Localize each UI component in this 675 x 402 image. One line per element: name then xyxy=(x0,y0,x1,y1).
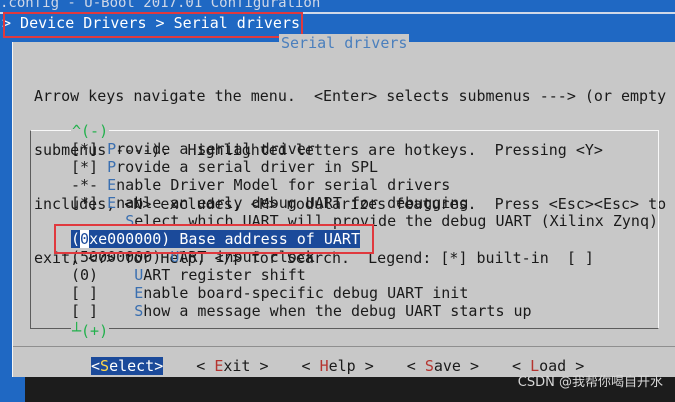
menu-item-hotkey: S xyxy=(134,302,144,320)
button-hotkey: E xyxy=(214,357,224,375)
button-bracket: < xyxy=(406,357,425,375)
button-load[interactable]: < Load > xyxy=(512,357,584,375)
menu-item-hotkey: E xyxy=(107,176,117,194)
button-label: elp > xyxy=(328,357,374,375)
button-label: elect> xyxy=(109,357,164,375)
menu-item[interactable]: [*] Provide a serial driver xyxy=(71,140,671,158)
menu-item-label: rovide a serial driver xyxy=(116,140,315,158)
annotation-box-breadcrumb xyxy=(3,12,303,38)
menu-item-text: [ ] Enable board-specific debug UART ini… xyxy=(71,284,468,302)
menu-item-hotkey: P xyxy=(107,158,117,176)
button-bracket: < xyxy=(91,357,101,375)
button-bracket: < xyxy=(512,357,531,375)
menu-item-text: [*] Provide a serial driver xyxy=(71,140,315,158)
button-label: oad > xyxy=(539,357,585,375)
menu-item-prefix: [*] xyxy=(71,158,108,176)
button-separator xyxy=(13,346,675,347)
menu-item[interactable]: [ ] Enable board-specific debug UART ini… xyxy=(71,284,671,302)
button-select[interactable]: <Select> xyxy=(91,357,164,375)
menu-item[interactable]: (0) UART register shift xyxy=(71,266,671,284)
button-bar: <Select> < Exit > < Help > < Save > < Load > xyxy=(91,357,617,375)
button-label: ave > xyxy=(433,357,479,375)
menu-item-prefix: [ ] xyxy=(71,302,135,320)
menu-item-hotkey: P xyxy=(107,140,117,158)
button-help[interactable]: < Help > xyxy=(302,357,374,375)
menu-item-prefix: [ ] xyxy=(71,284,135,302)
menu-item-hotkey: E xyxy=(134,284,144,302)
menu-item[interactable]: [ ] Show a message when the debug UART s… xyxy=(71,302,671,320)
menu-item[interactable]: -*- Enable Driver Model for serial drive… xyxy=(71,176,671,194)
menu-item-prefix: (0) xyxy=(71,266,135,284)
menu-item-text: -*- Enable Driver Model for serial drive… xyxy=(71,176,450,194)
menu-item-label: how a message when the debug UART starts… xyxy=(143,302,532,320)
window-title: .config - U-Boot 2017.01 Configuration xyxy=(0,0,321,11)
menu-item-text: [ ] Show a message when the debug UART s… xyxy=(71,302,532,320)
scroll-down-marker[interactable]: ┴(+) xyxy=(71,322,110,340)
dialog-title: Serial drivers xyxy=(279,34,410,52)
menu-item[interactable]: [*] Enable an early debug UART for debug… xyxy=(71,194,671,212)
button-hotkey: S xyxy=(424,357,434,375)
menu-item-label: ART register shift xyxy=(143,266,306,284)
button-save[interactable]: < Save > xyxy=(407,357,479,375)
menuconfig-dialog: Serial drivers Arrow keys navigate the m… xyxy=(12,34,675,377)
watermark: CSDN @我帮你喝自开水 xyxy=(517,375,663,390)
menu-item-text: [*] Provide a serial driver in SPL xyxy=(71,158,378,176)
menu-item-text: [*] Enable an early debug UART for debug… xyxy=(71,194,468,212)
help-line: Arrow keys navigate the menu. <Enter> se… xyxy=(34,87,667,105)
button-exit[interactable]: < Exit > xyxy=(196,357,268,375)
menu-item-label: nable board-specific debug UART init xyxy=(143,284,469,302)
menu-item-prefix: [*] xyxy=(71,140,108,158)
button-bracket: < xyxy=(301,357,320,375)
button-hotkey: H xyxy=(319,357,329,375)
menu-item[interactable]: [*] Provide a serial driver in SPL xyxy=(71,158,671,176)
menu-item-text: (0) UART register shift xyxy=(71,266,306,284)
button-bracket: < xyxy=(196,357,215,375)
menu-item-prefix: -*- xyxy=(71,176,108,194)
annotation-box-selected-item xyxy=(54,224,374,254)
menu-item-label: rovide a serial driver in SPL xyxy=(116,158,379,176)
scroll-up-marker[interactable]: ^(-) xyxy=(71,122,110,140)
button-label: xit > xyxy=(223,357,269,375)
menu-item-hotkey: E xyxy=(107,194,117,212)
menu-item-prefix: [*] xyxy=(71,194,108,212)
button-hotkey: S xyxy=(100,357,110,375)
menu-item-label: nable Driver Model for serial drivers xyxy=(116,176,451,194)
menu-item-label: nable an early debug UART for debugging xyxy=(116,194,469,212)
menu-item-hotkey: U xyxy=(134,266,144,284)
button-hotkey: L xyxy=(530,357,540,375)
